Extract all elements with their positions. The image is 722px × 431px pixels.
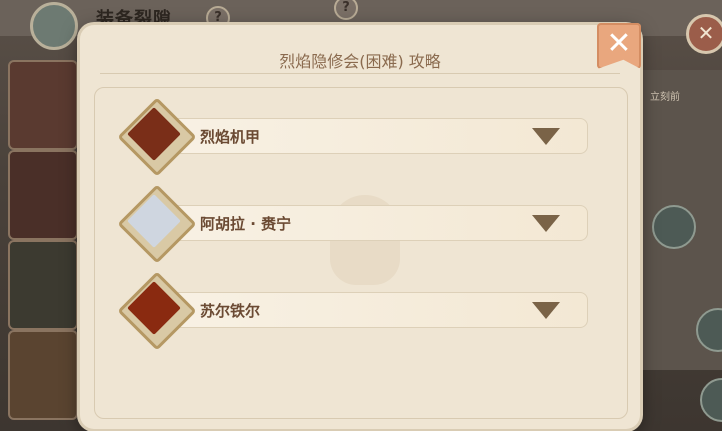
title-divider — [100, 73, 620, 74]
boss-name: 苏尔铁尔 — [200, 302, 261, 320]
equipment-thumbnail[interactable] — [8, 240, 78, 330]
equipment-thumbnail[interactable] — [8, 150, 78, 240]
expand-arrow-icon[interactable] — [532, 215, 560, 232]
boss-row[interactable]: 烈焰机甲 — [117, 97, 588, 177]
boss-row[interactable]: 阿胡拉 · 赉宁 — [117, 184, 588, 264]
side-panel-text: 立刻前 — [650, 92, 680, 103]
boss-portrait — [117, 271, 197, 351]
side-action-button[interactable] — [652, 205, 696, 249]
screen-close-button[interactable]: ✕ — [686, 14, 722, 54]
equipment-thumbnail[interactable] — [8, 330, 78, 420]
equipment-thumbnail[interactable] — [8, 60, 78, 150]
boss-portrait — [117, 184, 197, 264]
boss-name: 阿胡拉 · 赉宁 — [200, 215, 292, 233]
dialog-title: 烈焰隐修会(困难) 攻略 — [279, 52, 441, 71]
expand-arrow-icon[interactable] — [532, 302, 560, 319]
menu-emblem-icon[interactable] — [30, 2, 78, 50]
boss-portrait — [117, 97, 197, 177]
boss-row[interactable]: 苏尔铁尔 — [117, 271, 588, 351]
boss-name: 烈焰机甲 — [200, 128, 261, 146]
expand-arrow-icon[interactable] — [532, 128, 560, 145]
